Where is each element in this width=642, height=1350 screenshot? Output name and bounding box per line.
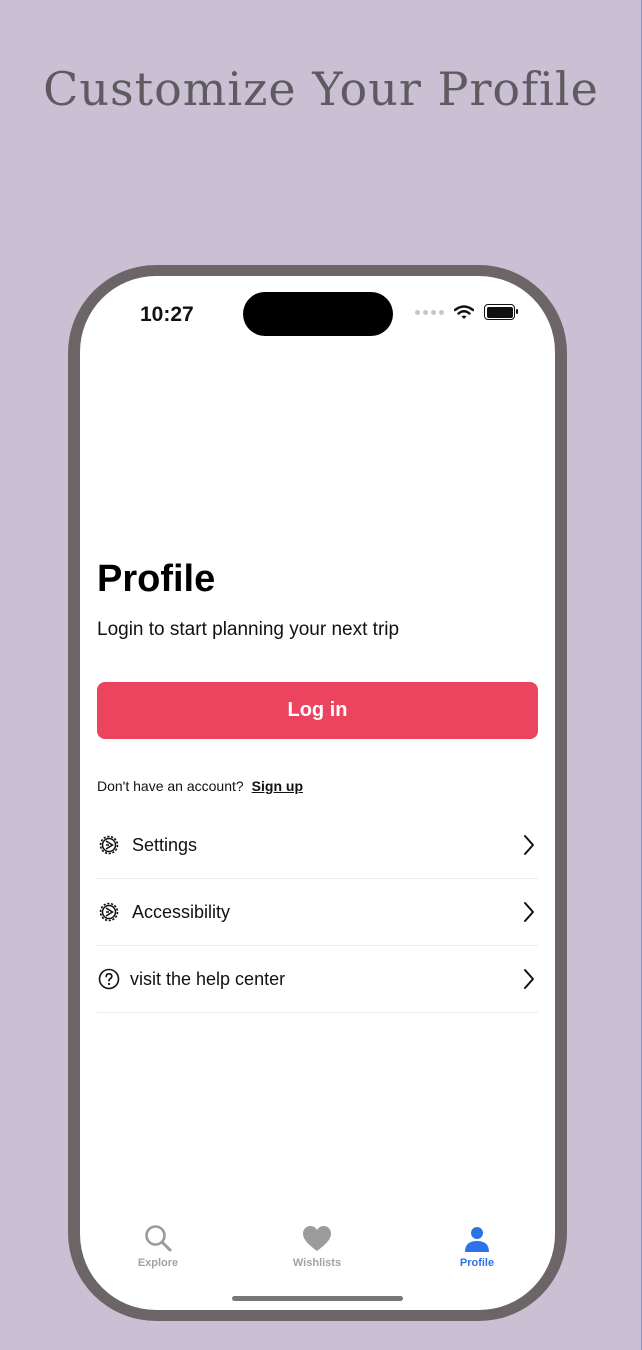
chevron-right-icon	[524, 969, 534, 989]
person-icon	[427, 1221, 527, 1253]
signup-row: Don't have an account? Sign up	[97, 778, 303, 794]
no-account-text: Don't have an account?	[97, 778, 244, 794]
question-circle-icon	[97, 967, 121, 991]
tab-explore[interactable]: Explore	[108, 1221, 208, 1269]
profile-menu: Settings Accessibility visit the help ce…	[97, 812, 538, 1013]
login-button[interactable]: Log in	[97, 682, 538, 739]
battery-icon	[484, 304, 518, 320]
phone-frame: 10:27 Profile Login to start planning yo…	[68, 265, 567, 1321]
tab-label: Profile	[459, 1257, 495, 1269]
menu-item-label: Settings	[132, 834, 198, 855]
gear-icon	[97, 900, 121, 924]
page-headline: Customize Your Profile	[43, 62, 599, 116]
tab-wishlists[interactable]: Wishlists	[267, 1221, 367, 1269]
page-title: Profile	[97, 558, 216, 600]
tab-label: Wishlists	[292, 1257, 342, 1269]
tab-profile[interactable]: Profile	[427, 1221, 527, 1269]
wifi-icon	[454, 304, 474, 319]
chevron-right-icon	[524, 835, 534, 855]
tab-bar: Explore Wishlists Profile	[80, 1221, 555, 1281]
signal-dots-icon	[415, 309, 444, 315]
phone-screen: 10:27 Profile Login to start planning yo…	[80, 276, 555, 1310]
signup-link[interactable]: Sign up	[252, 778, 303, 794]
chevron-right-icon	[524, 902, 534, 922]
search-icon	[108, 1221, 208, 1253]
menu-item-settings[interactable]: Settings	[97, 812, 538, 879]
status-time: 10:27	[140, 303, 194, 326]
page-subtitle: Login to start planning your next trip	[97, 619, 400, 640]
heart-icon	[267, 1221, 367, 1253]
home-indicator	[232, 1296, 403, 1301]
status-icons	[415, 304, 518, 320]
menu-item-accessibility[interactable]: Accessibility	[97, 879, 538, 946]
tab-label: Explore	[137, 1257, 179, 1269]
dynamic-island	[243, 292, 393, 336]
menu-item-help-center[interactable]: visit the help center	[97, 946, 538, 1013]
menu-item-label: visit the help center	[130, 968, 286, 989]
menu-item-label: Accessibility	[132, 901, 231, 922]
gear-icon	[97, 833, 121, 857]
